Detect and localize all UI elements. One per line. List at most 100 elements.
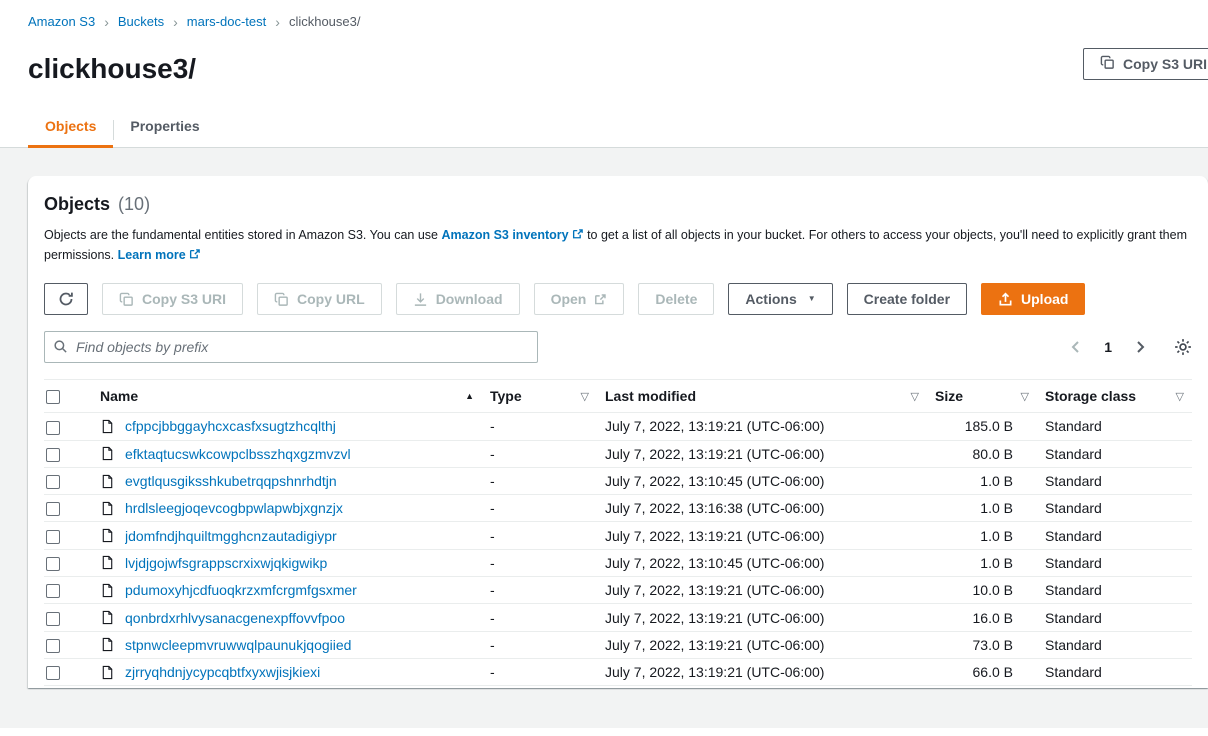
select-all-checkbox[interactable] (46, 390, 60, 404)
copy-s3-uri-header-label: Copy S3 URI (1123, 56, 1207, 72)
object-name-link[interactable]: hrdlsleegjoqevcogbpwlapwbjxgnzjx (125, 500, 343, 516)
sort-ascending-icon: ▲ (465, 391, 474, 401)
page-header: Amazon S3 › Buckets › mars-doc-test › cl… (0, 0, 1208, 85)
column-header-name[interactable]: Name▲ (100, 388, 474, 404)
chevron-right-icon (1132, 339, 1148, 355)
object-last-modified: July 7, 2022, 13:19:21 (UTC-06:00) (597, 658, 927, 685)
sort-icon: ▽ (1176, 390, 1184, 403)
tab-properties[interactable]: Properties (113, 112, 216, 147)
sort-icon: ▽ (1021, 390, 1029, 403)
breadcrumb-amazon-s3[interactable]: Amazon S3 (28, 14, 95, 29)
objects-table: Name▲ Type▽ Last modified▽ Size▽ Storage… (44, 379, 1192, 686)
file-icon (100, 637, 115, 652)
object-size: 10.0 B (927, 577, 1037, 604)
amazon-s3-inventory-link[interactable]: Amazon S3 inventory (441, 228, 583, 242)
object-last-modified: July 7, 2022, 13:19:21 (UTC-06:00) (597, 440, 927, 467)
object-size: 16.0 B (927, 604, 1037, 631)
table-row: efktaqtucswkcowpclbsszhqxgzmvzvl - July … (44, 440, 1192, 467)
actions-button[interactable]: Actions ▼ (728, 283, 832, 315)
upload-button[interactable]: Upload (981, 283, 1085, 315)
size-header-label: Size (935, 388, 963, 404)
file-icon (100, 610, 115, 625)
previous-page-button[interactable] (1068, 339, 1084, 355)
breadcrumb-bucket-name[interactable]: mars-doc-test (187, 14, 266, 29)
row-checkbox[interactable] (46, 502, 60, 516)
file-icon (100, 583, 115, 598)
row-checkbox[interactable] (46, 666, 60, 680)
row-checkbox[interactable] (46, 639, 60, 653)
breadcrumb-current: clickhouse3/ (289, 14, 361, 29)
objects-panel: Objects (10) Objects are the fundamental… (28, 176, 1208, 688)
next-page-button[interactable] (1132, 339, 1148, 355)
preferences-button[interactable] (1174, 338, 1192, 356)
column-header-type[interactable]: Type▽ (490, 388, 589, 404)
objects-heading-label: Objects (44, 194, 110, 214)
delete-button[interactable]: Delete (638, 283, 714, 315)
object-name-link[interactable]: cfppcjbbggayhcxcasfxsugtzhcqlthj (125, 418, 336, 434)
learn-more-link[interactable]: Learn more (118, 248, 201, 262)
create-folder-button[interactable]: Create folder (847, 283, 967, 315)
find-objects-input[interactable] (44, 331, 538, 363)
object-size: 1.0 B (927, 467, 1037, 494)
object-name-link[interactable]: stpnwcleepmvruwwqlpaunukjqogiied (125, 637, 351, 653)
search-box (44, 331, 538, 363)
column-header-size[interactable]: Size ▽ (935, 388, 1029, 404)
object-size: 80.0 B (927, 440, 1037, 467)
open-button[interactable]: Open (534, 283, 625, 315)
content-area: Objects (10) Objects are the fundamental… (0, 148, 1208, 728)
objects-count: (10) (118, 194, 150, 214)
object-size: 185.0 B (927, 413, 1037, 440)
object-storage-class: Standard (1037, 440, 1192, 467)
row-checkbox[interactable] (46, 448, 60, 462)
row-checkbox[interactable] (46, 612, 60, 626)
row-checkbox[interactable] (46, 557, 60, 571)
search-icon (53, 339, 68, 354)
object-name-link[interactable]: zjrryqhdnjycypcqbtfxyxwjisjkiexi (125, 664, 320, 680)
copy-s3-uri-header-button[interactable]: Copy S3 URI (1083, 48, 1208, 80)
caret-down-icon: ▼ (808, 295, 816, 303)
object-storage-class: Standard (1037, 467, 1192, 494)
object-name-link[interactable]: evgtlqusgiksshkubetrqqpshnrhdtjn (125, 473, 337, 489)
download-button[interactable]: Download (396, 283, 520, 315)
file-icon (100, 501, 115, 516)
object-storage-class: Standard (1037, 604, 1192, 631)
row-checkbox[interactable] (46, 475, 60, 489)
copy-s3-uri-button[interactable]: Copy S3 URI (102, 283, 243, 315)
row-checkbox[interactable] (46, 421, 60, 435)
object-name-link[interactable]: efktaqtucswkcowpclbsszhqxgzmvzvl (125, 446, 351, 462)
object-name-link[interactable]: lvjdjgojwfsgrappscrxixwjqkigwikp (125, 555, 327, 571)
table-row: stpnwcleepmvruwwqlpaunukjqogiied - July … (44, 631, 1192, 658)
row-checkbox[interactable] (46, 584, 60, 598)
object-type: - (482, 495, 597, 522)
tab-objects[interactable]: Objects (28, 112, 113, 147)
objects-toolbar: Copy S3 URI Copy URL Download Open Delet… (44, 283, 1192, 315)
type-header-label: Type (490, 388, 522, 404)
refresh-button[interactable] (44, 283, 88, 315)
object-size: 66.0 B (927, 658, 1037, 685)
create-folder-label: Create folder (864, 291, 950, 307)
row-checkbox[interactable] (46, 530, 60, 544)
current-page-number[interactable]: 1 (1104, 339, 1112, 355)
object-type: - (482, 440, 597, 467)
upload-icon (998, 292, 1013, 307)
object-type: - (482, 549, 597, 576)
object-name-link[interactable]: pdumoxyhjcdfuoqkrzxmfcrgmfgsxmer (125, 582, 357, 598)
sort-icon: ▽ (911, 390, 919, 403)
object-storage-class: Standard (1037, 549, 1192, 576)
object-last-modified: July 7, 2022, 13:10:45 (UTC-06:00) (597, 549, 927, 576)
object-name-link[interactable]: qonbrdxrhlvysanacgenexpffovvfpoo (125, 610, 345, 626)
copy-icon (274, 292, 289, 307)
column-header-last-modified[interactable]: Last modified▽ (605, 388, 919, 404)
actions-label: Actions (745, 291, 796, 307)
object-last-modified: July 7, 2022, 13:19:21 (UTC-06:00) (597, 522, 927, 549)
breadcrumb-buckets[interactable]: Buckets (118, 14, 164, 29)
object-size: 1.0 B (927, 522, 1037, 549)
open-label: Open (551, 291, 587, 307)
column-header-storage-class[interactable]: Storage class▽ (1045, 388, 1184, 404)
file-icon (100, 446, 115, 461)
copy-url-button[interactable]: Copy URL (257, 283, 382, 315)
object-last-modified: July 7, 2022, 13:19:21 (UTC-06:00) (597, 577, 927, 604)
object-name-link[interactable]: jdomfndjhquiltmgghcnzautadigiypr (125, 528, 337, 544)
file-icon (100, 528, 115, 543)
chevron-left-icon (1068, 339, 1084, 355)
